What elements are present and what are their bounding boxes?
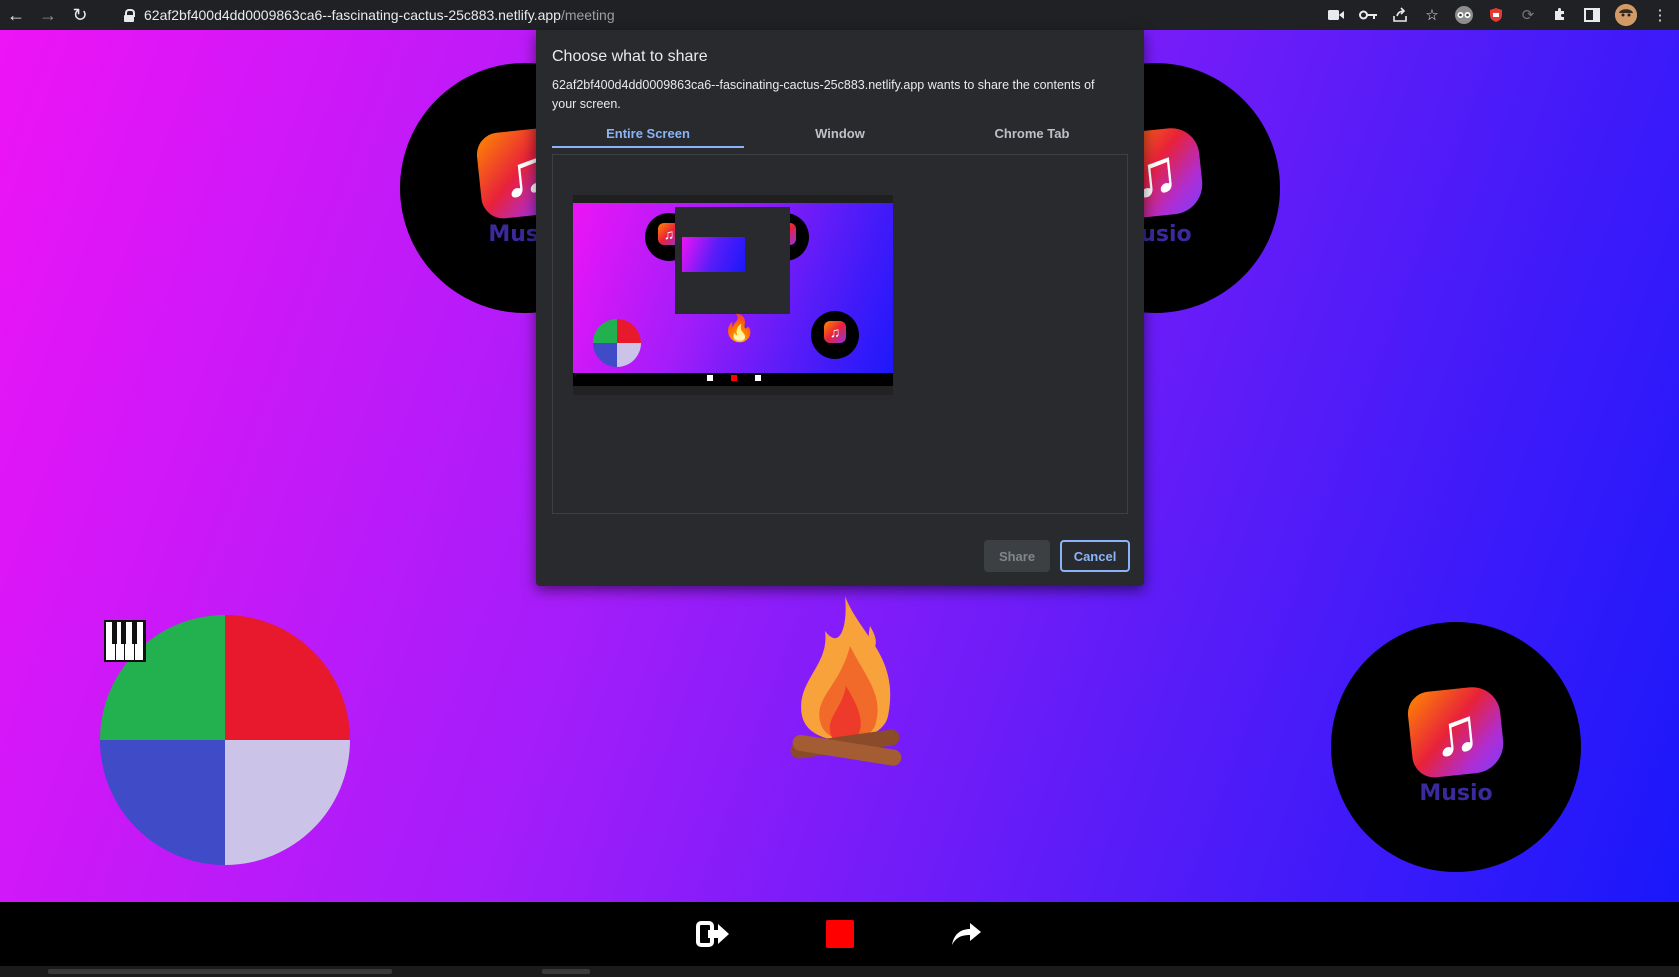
piano-keys-icon[interactable] [104, 620, 146, 662]
campfire-icon[interactable] [770, 586, 920, 786]
toolbar-icons: ☆ ⟳ ⋮ [1327, 0, 1669, 30]
bookmark-star-icon[interactable]: ☆ [1423, 6, 1441, 24]
horizontal-scrollbar[interactable] [0, 966, 1679, 977]
brand-label: Musio [1419, 780, 1493, 806]
pie-slice-red[interactable] [225, 615, 350, 740]
extension-face-icon[interactable] [1455, 6, 1473, 24]
more-menu-icon[interactable]: ⋮ [1651, 6, 1669, 24]
camera-icon[interactable] [1327, 6, 1345, 24]
tab-chrome-tab[interactable]: Chrome Tab [936, 122, 1128, 154]
cancel-button[interactable]: Cancel [1060, 540, 1130, 572]
meeting-controls-bar [0, 902, 1679, 966]
url-path: /meeting [560, 7, 615, 23]
music-disc-bottom-right[interactable]: ♫ Musio [1331, 622, 1581, 872]
forward-arrow-icon[interactable]: → [32, 0, 64, 30]
address-bar[interactable]: 62af2bf400d4dd0009863ca6--fascinating-ca… [110, 3, 1314, 27]
scrollbar-thumb[interactable] [48, 969, 392, 974]
tab-entire-screen[interactable]: Entire Screen [552, 122, 744, 154]
stop-recording-button[interactable] [822, 916, 858, 952]
music-note-icon: ♫ [1405, 683, 1507, 780]
browser-toolbar: ← → ↻ 62af2bf400d4dd0009863ca6--fascinat… [0, 0, 1679, 30]
pie-slice-blue[interactable] [100, 740, 225, 865]
back-arrow-icon[interactable]: ← [0, 0, 32, 30]
reload-icon[interactable]: ↻ [64, 0, 96, 30]
dialog-title: Choose what to share [552, 48, 708, 65]
shield-extension-icon[interactable] [1487, 6, 1505, 24]
refresh-extension-icon[interactable]: ⟳ [1519, 6, 1537, 24]
dialog-description: 62af2bf400d4dd0009863ca6--fascinating-ca… [552, 78, 1095, 111]
url-host: 62af2bf400d4dd0009863ca6--fascinating-ca… [144, 7, 561, 23]
key-icon[interactable] [1359, 6, 1377, 24]
share-button[interactable]: Share [984, 540, 1050, 572]
share-source-panel: 🔥 [552, 155, 1128, 514]
share-forward-icon[interactable] [948, 916, 984, 952]
extensions-puzzle-icon[interactable] [1551, 6, 1569, 24]
stop-icon [826, 920, 854, 948]
share-page-icon[interactable] [1391, 6, 1409, 24]
profile-avatar-icon[interactable] [1615, 4, 1637, 26]
tab-window[interactable]: Window [744, 122, 936, 154]
pie-slice-lavender[interactable] [225, 740, 350, 865]
entire-screen-thumbnail[interactable]: 🔥 [573, 195, 893, 395]
lock-icon[interactable] [124, 9, 135, 22]
share-source-tabs: Entire Screen Window Chrome Tab [552, 122, 1128, 154]
side-panel-icon[interactable] [1583, 6, 1601, 24]
screen-share-dialog: Choose what to share 62af2bf400d4dd00098… [536, 30, 1144, 586]
scrollbar-thumb-secondary[interactable] [542, 969, 590, 974]
leave-icon[interactable] [695, 916, 731, 952]
